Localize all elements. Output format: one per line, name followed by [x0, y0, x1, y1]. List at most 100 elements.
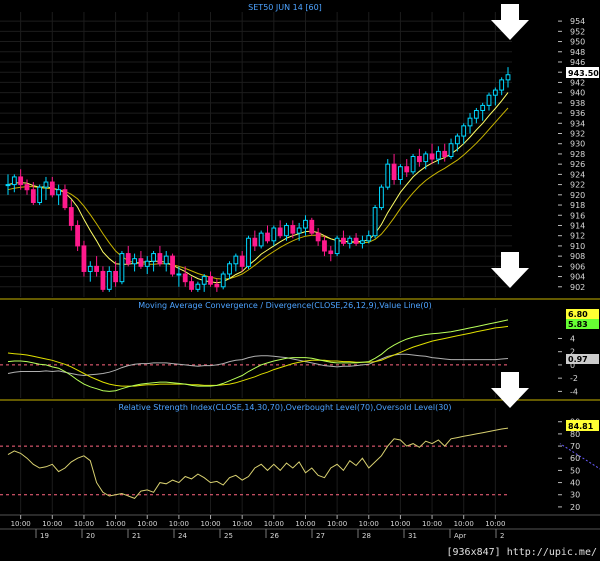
candle-body	[62, 189, 68, 209]
candle-body	[208, 276, 213, 285]
time-tick-label: 10:00	[200, 520, 220, 528]
candle-body	[30, 189, 36, 203]
candle-body	[119, 253, 125, 283]
rsi-value-tag: 84.81	[568, 422, 594, 431]
date-tick-label: 2	[500, 532, 504, 540]
price-tick-label: 920	[570, 191, 585, 200]
price-tick-label: 910	[570, 242, 585, 251]
candle-body	[220, 273, 226, 288]
time-tick-label: 10:00	[295, 520, 315, 528]
date-tick-label: 21	[132, 532, 141, 540]
candle-body	[284, 224, 289, 237]
time-tick-label: 10:00	[11, 520, 31, 528]
candle-body	[366, 235, 372, 242]
time-tick-label: 10:00	[137, 520, 157, 528]
price-tick-label: 928	[570, 150, 585, 159]
macd-tick-label: 4	[570, 334, 575, 343]
candle-body	[201, 276, 207, 285]
candle-body	[195, 283, 201, 290]
candle-body	[18, 176, 24, 186]
candle-body	[258, 232, 264, 247]
rsi-chart-title: Relative Strength Index(CLOSE,14,30,70),…	[119, 403, 452, 412]
price-tick-label: 922	[570, 181, 585, 190]
macd-tick-label: -4	[570, 387, 578, 396]
price-chart-title: SET50 JUN 14 [60]	[248, 3, 322, 12]
candle-body	[106, 270, 112, 290]
price-tick-label: 932	[570, 130, 585, 139]
date-tick-label: 19	[40, 532, 49, 540]
price-tick-label: 940	[570, 89, 585, 98]
price-tick-label: 924	[570, 170, 585, 179]
price-tick-label: 904	[570, 273, 585, 282]
candle-body	[309, 219, 315, 234]
candle-body	[252, 237, 258, 247]
candle-body	[385, 163, 391, 188]
histogram-value-tag: 0.97	[568, 355, 588, 364]
candle-body	[49, 181, 55, 196]
candle-body	[113, 270, 118, 283]
candle-body	[182, 273, 188, 283]
macd-tick-label: -2	[570, 374, 578, 383]
price-tick-label: 914	[570, 221, 585, 230]
candle-body	[315, 232, 321, 242]
candle-body	[11, 176, 17, 186]
candle-body	[81, 245, 87, 272]
time-tick-label: 10:00	[390, 520, 410, 528]
candle-body	[239, 255, 245, 267]
candle-body	[290, 224, 296, 234]
candle-body	[138, 258, 144, 267]
price-tick-label: 912	[570, 232, 585, 241]
date-tick-label: 28	[362, 532, 371, 540]
candle-body	[486, 94, 492, 106]
candle-body	[429, 153, 435, 160]
time-tick-label: 10:00	[42, 520, 62, 528]
candle-body	[132, 258, 137, 265]
macd-chart-title: Moving Average Convergence / Divergence(…	[138, 301, 432, 310]
watermark-text: [936x847] http://upic.me/	[446, 547, 597, 558]
candle-body	[157, 253, 163, 265]
candle-body	[334, 237, 340, 255]
rsi-tick-label: 20	[570, 503, 580, 512]
rsi-tick-label: 40	[570, 479, 580, 488]
candle-body	[296, 227, 302, 234]
candle-body	[499, 79, 505, 91]
date-tick-label: 27	[316, 532, 325, 540]
price-tick-label: 902	[570, 283, 585, 292]
price-tick-label: 908	[570, 252, 585, 261]
candle-body	[322, 240, 327, 252]
price-tick-label: 918	[570, 201, 585, 210]
macd-value-tag: 6.80	[568, 310, 588, 319]
candle-body	[100, 270, 106, 290]
date-tick-label: 26	[270, 532, 279, 540]
price-tick-label: 926	[570, 160, 585, 169]
candle-body	[410, 156, 416, 173]
candle-body	[233, 255, 239, 265]
candle-body	[265, 232, 270, 242]
candle-body	[68, 207, 74, 226]
candle-body	[372, 207, 378, 237]
time-tick-label: 10:00	[232, 520, 252, 528]
candle-body	[461, 125, 467, 137]
candle-body	[214, 283, 220, 288]
candle-body	[448, 143, 454, 158]
price-tick-label: 916	[570, 211, 585, 220]
candle-body	[24, 184, 30, 191]
date-tick-label: Apr	[454, 532, 466, 540]
candle-body	[170, 255, 175, 275]
candle-body	[347, 237, 353, 244]
time-tick-label: 10:00	[327, 520, 347, 528]
price-tick-label: 952	[570, 27, 585, 36]
time-tick-label: 10:00	[264, 520, 284, 528]
rsi-tick-label: 50	[570, 466, 580, 475]
price-tick-label: 948	[570, 48, 585, 57]
candle-body	[416, 156, 422, 163]
price-tick-label: 938	[570, 99, 585, 108]
candle-body	[271, 227, 277, 242]
candle-body	[379, 186, 384, 209]
price-tick-label: 942	[570, 78, 585, 87]
rsi-tick-label: 30	[570, 491, 580, 500]
signal-value-tag: 5.83	[568, 320, 588, 329]
candle-body	[176, 273, 182, 276]
price-tick-label: 936	[570, 109, 585, 118]
price-tick-label: 906	[570, 262, 585, 271]
